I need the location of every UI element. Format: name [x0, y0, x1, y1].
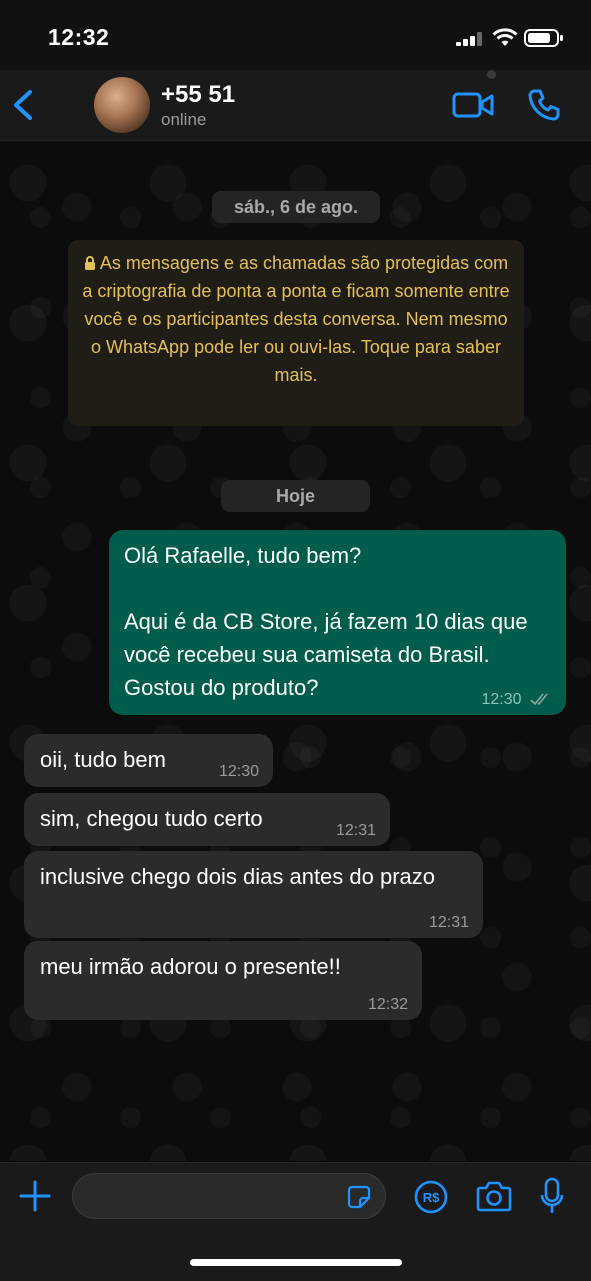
message-input[interactable] — [73, 1174, 355, 1218]
plus-icon[interactable] — [19, 1180, 51, 1212]
chat-area[interactable]: sáb., 6 de ago. As mensagens e as chamad… — [0, 141, 591, 1161]
input-bar: R$ — [0, 1162, 591, 1281]
payment-icon[interactable]: R$ — [414, 1180, 448, 1214]
message-text: Olá Rafaelle, tudo bem? Aqui é da CB Sto… — [124, 543, 528, 700]
message-time: 12:32 — [367, 996, 408, 1013]
battery-icon — [524, 29, 563, 47]
wifi-icon — [492, 28, 518, 46]
video-camera-icon[interactable] — [452, 90, 494, 120]
message-text: inclusive chego dois dias antes do prazo — [40, 864, 436, 889]
message-text: sim, chegou tudo certo — [40, 806, 263, 831]
home-indicator — [190, 1259, 402, 1266]
microphone-icon[interactable] — [540, 1177, 564, 1215]
double-check-icon — [530, 693, 548, 705]
status-bar: 12:32 — [0, 0, 591, 70]
avatar[interactable] — [94, 77, 150, 133]
incoming-message[interactable]: inclusive chego dois dias antes do prazo… — [24, 851, 483, 938]
message-meta: 12:30 — [482, 691, 553, 709]
contact-status: online — [161, 110, 207, 129]
svg-text:R$: R$ — [423, 1190, 440, 1205]
contact-name[interactable]: +55 51 — [161, 81, 235, 109]
cellular-signal-icon — [456, 32, 482, 46]
camera-icon[interactable] — [476, 1180, 512, 1212]
message-time: 12:31 — [335, 822, 376, 839]
encryption-notice[interactable]: As mensagens e as chamadas são protegida… — [68, 240, 524, 426]
status-time: 12:32 — [48, 24, 110, 50]
camera-indicator-dot — [487, 70, 496, 79]
message-time: 12:30 — [481, 691, 522, 708]
today-chip: Hoje — [221, 480, 370, 512]
sticker-icon[interactable] — [347, 1185, 371, 1209]
incoming-message[interactable]: sim, chegou tudo certo 12:31 — [24, 793, 390, 846]
phone-icon[interactable] — [527, 88, 561, 122]
chat-header: +55 51 online — [0, 70, 591, 141]
date-chip: sáb., 6 de ago. — [212, 191, 380, 223]
incoming-message[interactable]: oii, tudo bem 12:30 — [24, 734, 273, 787]
message-input-wrapper[interactable] — [72, 1173, 386, 1219]
outgoing-message[interactable]: Olá Rafaelle, tudo bem? Aqui é da CB Sto… — [109, 530, 566, 715]
incoming-message[interactable]: meu irmão adorou o presente!! 12:32 — [24, 941, 422, 1020]
chevron-left-icon[interactable] — [10, 88, 38, 122]
message-time: 12:31 — [428, 914, 469, 931]
message-text: meu irmão adorou o presente!! — [40, 954, 341, 979]
redacted-phone-digits — [240, 83, 390, 107]
lock-icon — [84, 256, 95, 270]
encryption-notice-text: As mensagens e as chamadas são protegida… — [82, 253, 510, 385]
message-time: 12:30 — [218, 763, 259, 780]
